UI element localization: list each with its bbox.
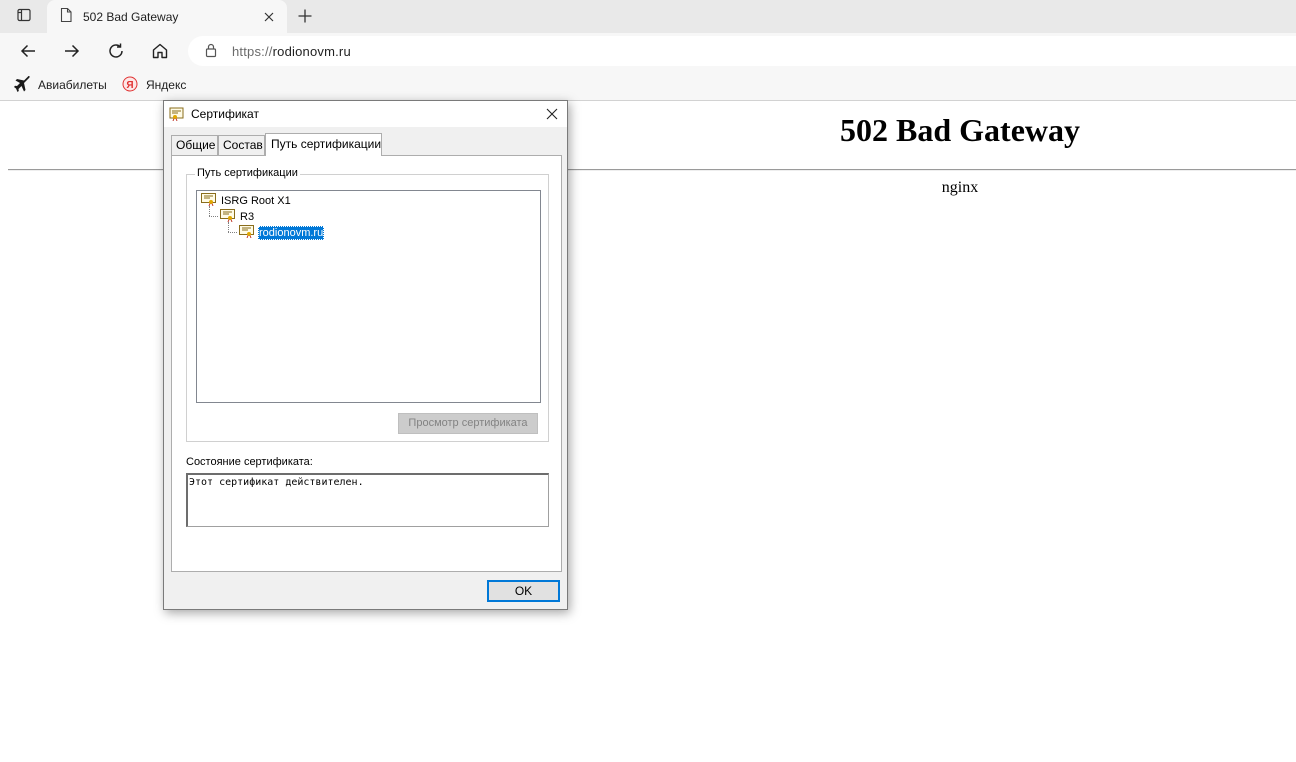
favorite-label: Яндекс	[146, 78, 187, 92]
dialog-close-button[interactable]	[541, 103, 563, 125]
certificate-status-label: Состояние сертификата:	[186, 456, 313, 468]
certificate-icon	[239, 224, 255, 241]
certificate-dialog: Сертификат Общие Состав Путь сертификаци…	[163, 100, 568, 610]
tree-node-intermediate[interactable]: R3	[220, 209, 255, 224]
favorites-bar: Авиабилеты Я Яндекс	[0, 69, 1296, 101]
tab-certification-path[interactable]: Путь сертификации	[265, 133, 382, 156]
forward-button[interactable]	[57, 37, 87, 65]
url-scheme: https://	[232, 43, 273, 59]
lock-icon	[204, 42, 218, 61]
url-host: rodionovm.ru	[272, 43, 351, 59]
refresh-icon	[109, 43, 123, 58]
favorite-label: Авиабилеты	[38, 78, 107, 92]
new-tab-button[interactable]	[292, 4, 318, 28]
back-button[interactable]	[13, 37, 43, 65]
tree-connector	[228, 232, 237, 233]
refresh-button[interactable]	[101, 37, 131, 65]
page-icon	[59, 7, 73, 26]
ok-button[interactable]: OK	[487, 580, 560, 602]
url-text: https://rodionovm.ru	[232, 44, 351, 59]
group-label: Путь сертификации	[195, 167, 300, 179]
tab-general[interactable]: Общие	[171, 135, 218, 155]
favorite-yandex[interactable]: Я Яндекс	[122, 75, 186, 95]
certificate-tree[interactable]: ISRG Root X1 R3 rodionovm.ru	[196, 190, 541, 403]
svg-text:Я: Я	[126, 80, 133, 91]
tree-connector	[209, 216, 218, 217]
tab-actions-button[interactable]	[8, 4, 40, 28]
home-icon	[152, 43, 168, 59]
home-button[interactable]	[145, 37, 175, 65]
tab-close-button[interactable]	[259, 7, 279, 27]
tab-actions-icon	[16, 7, 32, 26]
certificate-icon	[220, 208, 236, 225]
tree-node-label: rodionovm.ru	[258, 225, 325, 240]
airplane-icon	[14, 74, 30, 95]
close-icon	[264, 12, 274, 21]
arrow-right-icon	[65, 44, 80, 58]
address-bar[interactable]: https://rodionovm.ru	[188, 36, 1296, 66]
browser-toolbar: https://rodionovm.ru	[0, 33, 1296, 69]
tab-strip: 502 Bad Gateway	[0, 0, 1296, 33]
tab-title: 502 Bad Gateway	[83, 9, 179, 24]
tree-node-leaf[interactable]: rodionovm.ru	[239, 224, 325, 241]
certificate-status-text[interactable]: Этот сертификат действителен.	[186, 473, 549, 527]
certificate-icon	[169, 105, 185, 124]
favorite-aviabilety[interactable]: Авиабилеты	[14, 74, 107, 95]
browser-tab[interactable]: 502 Bad Gateway	[47, 0, 287, 33]
tab-details[interactable]: Состав	[218, 135, 265, 155]
arrow-left-icon	[20, 44, 35, 58]
yandex-icon: Я	[122, 76, 138, 95]
close-icon	[546, 108, 558, 120]
dialog-titlebar[interactable]: Сертификат	[164, 101, 567, 127]
certification-path-panel: Путь сертификации ISRG Root X1 R3 rodion…	[171, 155, 562, 572]
dialog-title: Сертификат	[191, 107, 259, 121]
tree-node-label: R3	[240, 210, 255, 223]
certification-path-group: Путь сертификации ISRG Root X1 R3 rodion…	[186, 167, 549, 442]
tree-node-label: ISRG Root X1	[221, 194, 291, 207]
plus-icon	[298, 9, 312, 23]
tree-node-root[interactable]: ISRG Root X1	[201, 193, 292, 208]
certificate-icon	[201, 192, 217, 209]
view-certificate-button[interactable]: Просмотр сертификата	[398, 413, 538, 434]
